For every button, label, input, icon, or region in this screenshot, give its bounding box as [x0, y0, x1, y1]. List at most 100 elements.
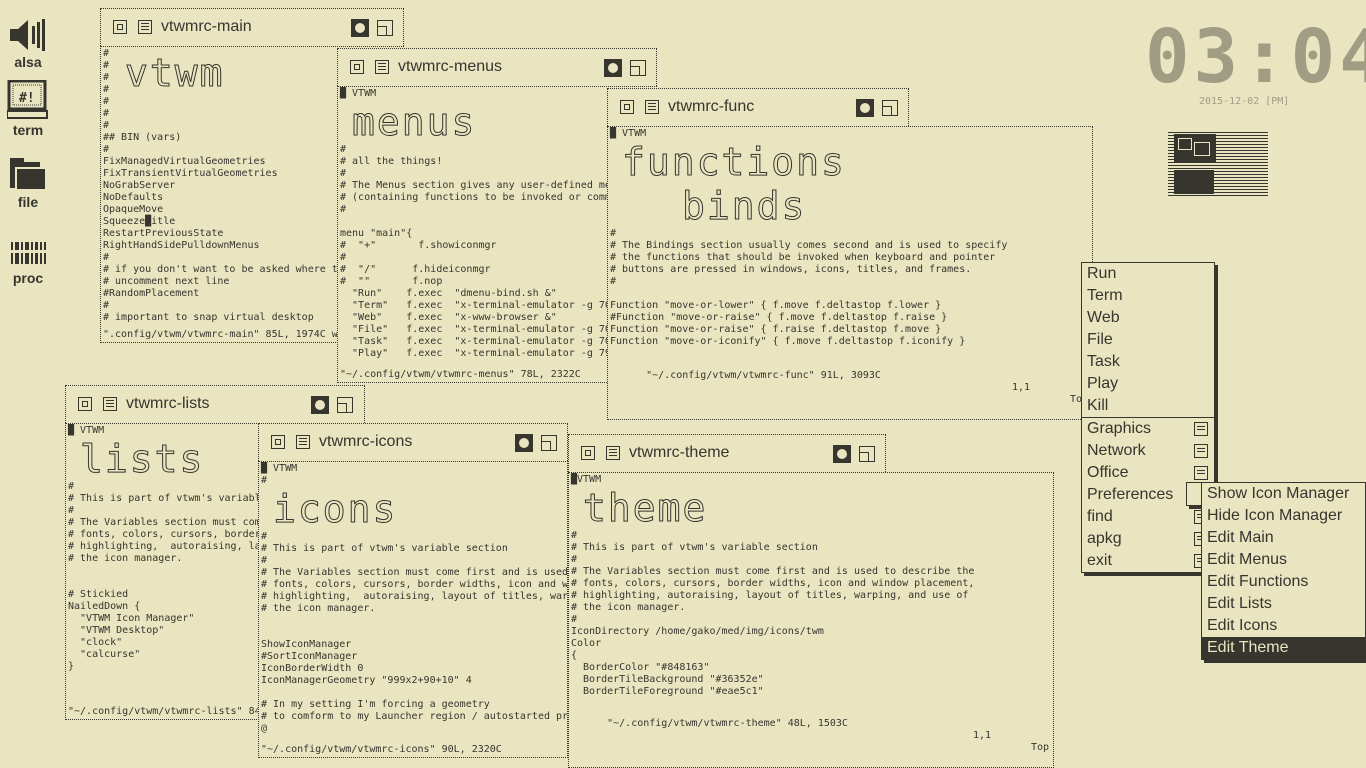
window-titlebar[interactable]: vtwmrc-menus: [337, 48, 657, 86]
gnu-logo-icon: [604, 59, 622, 77]
window-menu-button[interactable]: [606, 446, 620, 460]
menu-item-label: Office: [1087, 464, 1129, 481]
text-line: #: [571, 530, 578, 541]
submenu-item-graphics[interactable]: Graphics: [1082, 418, 1214, 440]
iconify-button[interactable]: [271, 435, 285, 449]
window-menu-button[interactable]: [375, 60, 389, 74]
cursor-position: 1,1: [1011, 382, 1030, 393]
text-line: [261, 687, 565, 699]
text-line: # In my setting I'm forcing a geometry: [261, 699, 490, 710]
desktop-icon-label: alsa: [14, 54, 42, 70]
window-titlebar[interactable]: vtwmrc-icons: [258, 423, 568, 461]
menu-item-label: Network: [1087, 442, 1146, 459]
text-line: #: [261, 531, 268, 542]
terminal-body[interactable]: █VTWM theme # # This is part of vtwm's va…: [568, 472, 1054, 768]
resize-button[interactable]: [882, 100, 898, 116]
submenu-item-apkg[interactable]: apkg: [1082, 528, 1214, 550]
text-line: #: [261, 475, 268, 486]
terminal-body[interactable]: █ VTWM # icons # # This is part of vtwm's …: [258, 461, 568, 758]
ascii-banner: functions: [622, 140, 846, 185]
window-menu-button[interactable]: [138, 20, 152, 34]
window-title: vtwmrc-func: [668, 98, 755, 115]
iconify-button[interactable]: [581, 446, 595, 460]
menu-item-label: find: [1087, 508, 1113, 525]
desktop-icon-label: file: [17, 194, 39, 210]
window-title: vtwmrc-main: [161, 18, 252, 35]
menu-item-edit-lists[interactable]: Edit Lists: [1202, 593, 1365, 615]
window-title: vtwmrc-lists: [126, 395, 210, 412]
window-menu-button[interactable]: [103, 397, 117, 411]
menu-item-edit-theme[interactable]: Edit Theme: [1202, 637, 1365, 659]
window-vtwmrc-icons[interactable]: vtwmrc-icons █ VTWM # icons # # This is pa…: [258, 423, 568, 758]
submenu-item-find[interactable]: find: [1082, 506, 1214, 528]
window-titlebar[interactable]: vtwmrc-lists: [65, 385, 365, 423]
menu-item-task[interactable]: Task: [1082, 351, 1214, 373]
root-menu[interactable]: Run Term Web File Task Play Kill Graphics Netwo…: [1081, 262, 1215, 573]
submenu-arrow-icon: [1194, 466, 1208, 480]
menu-item-web[interactable]: Web: [1082, 307, 1214, 329]
pager-window[interactable]: [1194, 142, 1210, 156]
submenu-item-exit[interactable]: exit: [1082, 550, 1214, 572]
text-line: BorderTileForeground "#eae5c1": [571, 686, 764, 697]
pager-window[interactable]: [1178, 138, 1192, 150]
text-line: # The Variables section must come first …: [261, 567, 568, 578]
pager-window[interactable]: [1174, 170, 1214, 194]
virtual-desktop-pager[interactable]: [1168, 130, 1268, 196]
iconify-button[interactable]: [350, 60, 364, 74]
cursor-position: 1,1: [972, 730, 991, 741]
clock-time: 03:04: [1145, 14, 1366, 100]
menu-item-label: exit: [1087, 552, 1112, 569]
ascii-banner: icons: [273, 487, 398, 532]
terminal-body[interactable]: █ VTWM functions binds # # The Bindings s…: [607, 126, 1093, 420]
menu-item-edit-main[interactable]: Edit Main: [1202, 527, 1365, 549]
menu-item-edit-menus[interactable]: Edit Menus: [1202, 549, 1365, 571]
menu-item-hide-icon-manager[interactable]: Hide Icon Manager: [1202, 505, 1365, 527]
window-vtwmrc-func[interactable]: vtwmrc-func █ VTWM functions binds # # Th…: [607, 88, 1093, 420]
status-file: "~/.config/vtwm/vtwmrc-func" 91L, 3093C: [646, 370, 881, 381]
desktop-icon-alsa[interactable]: alsa: [0, 12, 56, 70]
text-line: BorderColor "#848163": [571, 662, 710, 673]
menu-item-term[interactable]: Term: [1082, 285, 1214, 307]
folder-icon: [0, 152, 56, 192]
submenu-item-network[interactable]: Network: [1082, 440, 1214, 462]
resize-button[interactable]: [337, 397, 353, 413]
desktop-icon-term[interactable]: #! term: [0, 80, 56, 138]
text-line: #: [261, 555, 268, 566]
iconify-button[interactable]: [78, 397, 92, 411]
window-titlebar[interactable]: vtwmrc-theme: [568, 434, 886, 472]
desktop-icon-proc[interactable]: proc: [0, 228, 56, 286]
menu-item-file[interactable]: File: [1082, 329, 1214, 351]
text-line: #: [610, 276, 617, 287]
resize-button[interactable]: [630, 60, 646, 76]
text-line: # The Bindings section usually comes sec…: [610, 240, 1008, 251]
submenu-item-office[interactable]: Office: [1082, 462, 1214, 484]
text-line: # The Variables section must come first …: [571, 566, 975, 577]
text-line: # This is part of vtwm's variable sectio…: [571, 542, 818, 553]
gnu-logo-icon: [515, 434, 533, 452]
text-line: # buttons are pressed in windows, icons,…: [610, 264, 972, 275]
window-titlebar[interactable]: vtwmrc-main: [100, 8, 404, 46]
text-line: █VTWM: [571, 474, 602, 485]
window-vtwmrc-theme[interactable]: vtwmrc-theme █VTWM theme # # This is part…: [568, 434, 1054, 768]
resize-button[interactable]: [377, 20, 393, 36]
menu-item-edit-icons[interactable]: Edit Icons: [1202, 615, 1365, 637]
preferences-submenu[interactable]: Show Icon Manager Hide Icon Manager Edit M…: [1201, 482, 1366, 660]
text-line: IconBorderWidth 0: [261, 663, 364, 674]
window-titlebar[interactable]: vtwmrc-func: [607, 88, 909, 126]
vim-status-line: "~/.config/vtwm/vtwmrc-theme" 48L, 1503C…: [571, 706, 1051, 766]
resize-button[interactable]: [541, 435, 557, 451]
menu-item-kill[interactable]: Kill: [1082, 395, 1214, 417]
desktop-icon-file[interactable]: file: [0, 152, 56, 210]
text-line: IconDirectory /home/gako/med/img/icons/t…: [571, 626, 824, 637]
menu-item-play[interactable]: Play: [1082, 373, 1214, 395]
window-title: vtwmrc-icons: [319, 433, 413, 450]
window-menu-button[interactable]: [645, 100, 659, 114]
menu-item-run[interactable]: Run: [1082, 263, 1214, 285]
resize-button[interactable]: [859, 446, 875, 462]
iconify-button[interactable]: [620, 100, 634, 114]
menu-item-edit-functions[interactable]: Edit Functions: [1202, 571, 1365, 593]
menu-item-show-icon-manager[interactable]: Show Icon Manager: [1202, 483, 1365, 505]
text-line: Function "move-or-raise" { f.raise f.del…: [610, 324, 942, 335]
window-menu-button[interactable]: [296, 435, 310, 449]
iconify-button[interactable]: [113, 20, 127, 34]
